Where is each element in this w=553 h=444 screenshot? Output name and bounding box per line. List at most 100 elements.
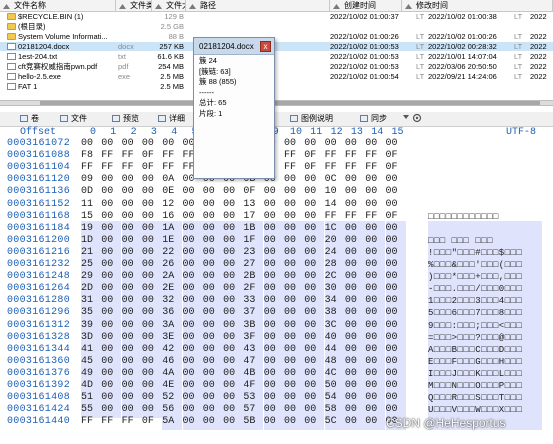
tab-sync[interactable]: 同步 — [360, 113, 387, 125]
offset-value: 0003161440 — [7, 416, 71, 428]
file-modified: 2022/09/21 14:24:06 — [428, 72, 497, 81]
file-created: 2022/10/02 01:00:54 — [330, 72, 399, 81]
file-extra: 2022 — [530, 12, 547, 21]
hex-byte[interactable]: 00 — [344, 414, 365, 431]
file-list: 文件名称 文件类型 文件大小 路径 创建时间 修改时间 $RECYCLE.BIN… — [0, 0, 553, 100]
file-row[interactable]: (根目录) 2.5 GB — [0, 22, 553, 31]
file-row[interactable]: FAT 1 2.5 MB — [0, 82, 553, 91]
popup-line: 片段: 1 — [199, 108, 223, 118]
file-size: 2.5 GB — [160, 22, 184, 31]
scrollbar-thumb[interactable] — [40, 101, 540, 105]
popup-line: 簇 88 (855) — [199, 77, 237, 86]
file-icon — [60, 115, 68, 122]
file-c-tz: LT — [416, 72, 425, 81]
file-m-tz: LT — [514, 52, 523, 61]
file-list-header: 文件名称 文件类型 文件大小 路径 创建时间 修改时间 — [0, 0, 553, 12]
file-icon — [7, 53, 16, 60]
file-type: pdf — [118, 62, 129, 71]
file-type: exe — [118, 72, 131, 81]
file-m-tz: LT — [514, 62, 523, 71]
column-header-name[interactable]: 文件名称 — [0, 0, 116, 11]
hex-byte[interactable]: 00 — [202, 414, 223, 431]
file-modified — [428, 82, 512, 91]
popup-body: 簇 24 [簇链: 63] 簇 88 (855) ------ 总计: 65 片段: 1 — [199, 56, 271, 119]
column-header-size[interactable]: 文件大小 — [152, 0, 186, 11]
file-modified: 2022/03/06 20:50:50 — [428, 62, 497, 71]
popup-line: 总计: 65 — [199, 98, 227, 107]
file-m-tz: LT — [514, 42, 523, 51]
popup-line: 簇 24 — [199, 56, 217, 65]
hex-view[interactable]: Offset 0123456789101112131415 UTF-8 0003… — [0, 127, 553, 444]
hex-byte[interactable]: FF — [101, 414, 121, 430]
file-icon — [7, 73, 16, 80]
file-extra — [530, 82, 553, 91]
file-m-tz: LT — [514, 72, 523, 81]
file-m-tz — [514, 22, 524, 31]
tab-volume[interactable]: 卷 — [20, 113, 39, 125]
tab-file[interactable]: 文件 — [60, 113, 87, 125]
file-icon — [7, 43, 16, 50]
hex-byte[interactable]: 5B — [243, 414, 264, 431]
file-m-tz: LT — [514, 12, 523, 21]
column-header-path[interactable]: 路径 — [186, 0, 330, 11]
tab-detail[interactable]: 详细 — [158, 113, 185, 125]
file-c-tz: LT — [416, 42, 425, 51]
hex-byte[interactable]: 00 — [223, 414, 244, 431]
file-modified: 2022/10/02 01:00:38 — [428, 12, 497, 21]
column-header-modified[interactable]: 修改时间 — [402, 0, 553, 11]
sync-dropdown-icon[interactable] — [402, 113, 410, 125]
hex-byte[interactable]: 00 — [284, 414, 304, 431]
gallery-icon — [290, 115, 298, 122]
settings-icon[interactable] — [412, 113, 422, 125]
folder-icon — [7, 23, 16, 30]
file-size: 88 B — [168, 32, 184, 41]
file-name: cft竞赛权威指南pwn.pdf — [18, 62, 98, 71]
file-extra: 2022 — [530, 52, 547, 61]
sync-icon — [360, 115, 368, 122]
file-c-tz: LT — [416, 12, 425, 21]
file-created — [330, 22, 414, 31]
sort-icon — [405, 2, 412, 9]
hex-byte[interactable]: 00 — [304, 414, 325, 431]
close-button[interactable]: x — [260, 41, 271, 52]
file-row[interactable]: 1est-204.txt txt 61.6 KB 2022/10/02 01:00:5… — [0, 52, 553, 61]
hex-byte[interactable]: FF — [81, 414, 101, 430]
hex-byte[interactable]: 5A — [162, 414, 183, 431]
hex-byte[interactable]: 0F — [142, 414, 162, 430]
file-name: 1est-204.txt — [18, 52, 58, 61]
column-header-created[interactable]: 创建时间 — [330, 0, 402, 11]
hex-byte[interactable]: FF — [122, 414, 142, 430]
column-header-type[interactable]: 文件类型 — [116, 0, 152, 11]
cluster-info-popup: 02181204.docx x 簇 24 [簇链: 63] 簇 88 (855) --… — [193, 37, 275, 179]
file-row[interactable]: 02181204.docx docx 257 KB 2022/10/02 01:00:… — [0, 42, 553, 51]
tab-gallery[interactable]: 图例说明 — [290, 113, 333, 125]
tab-preview[interactable]: 预览 — [112, 113, 139, 125]
detail-icon — [158, 115, 166, 122]
file-created: 2022/10/02 01:00:53 — [330, 42, 399, 51]
sort-icon — [155, 2, 162, 9]
volume-icon — [20, 115, 28, 122]
popup-line: ------ — [199, 87, 214, 97]
hex-byte[interactable]: 00 — [263, 414, 284, 431]
folder-icon — [7, 13, 16, 20]
file-type: txt — [118, 52, 126, 61]
file-icon — [7, 63, 16, 70]
file-extra — [530, 22, 553, 31]
file-modified: 2022/10/01 14:07:04 — [428, 52, 497, 61]
hex-byte[interactable]: 5C — [324, 414, 345, 431]
file-row[interactable]: $RECYCLE.BIN (1) 129 B 2022/10/02 01:00:37… — [0, 12, 553, 21]
file-created: 2022/10/02 01:00:37 — [330, 12, 399, 21]
file-type — [118, 32, 150, 41]
preview-icon — [112, 115, 120, 122]
file-created: 2022/10/02 01:00:26 — [330, 32, 399, 41]
file-row[interactable]: cft竞赛权威指南pwn.pdf pdf 254 MB 2022/10/02 01:0… — [0, 62, 553, 71]
folder-icon — [7, 33, 16, 40]
sort-icon — [333, 2, 340, 9]
sort-icon — [189, 2, 196, 9]
file-extra: 2022 — [530, 72, 547, 81]
hex-byte[interactable]: 00 — [365, 414, 386, 431]
file-row[interactable]: System Volume Informati... 88 B 2022/10/02… — [0, 32, 553, 41]
file-row[interactable]: hello-2.5.exe exe 2.5 MB 2022/10/02 01:00:5… — [0, 72, 553, 81]
file-size: 2.5 MB — [160, 82, 184, 91]
hex-byte[interactable]: 00 — [182, 414, 203, 431]
